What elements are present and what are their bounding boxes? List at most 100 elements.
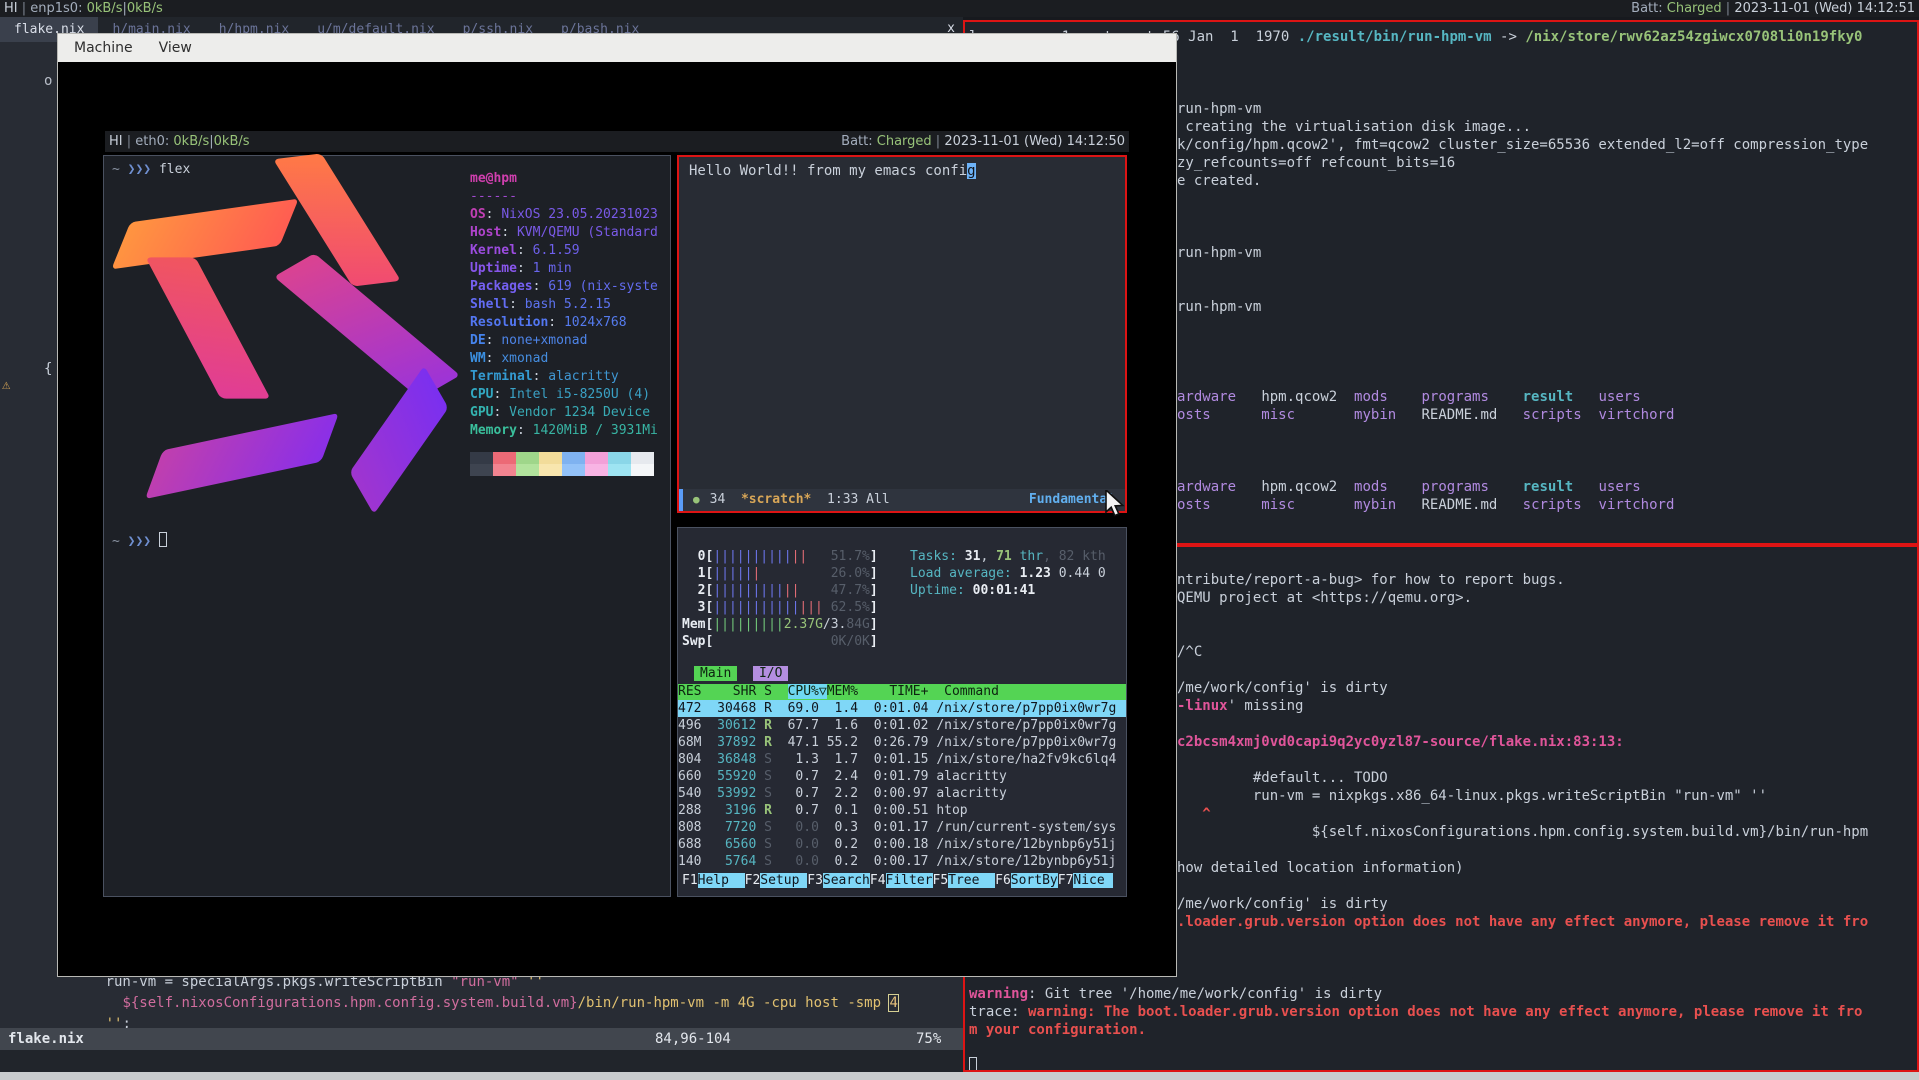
fn-key-F3[interactable]: F3 <box>807 873 823 888</box>
flake-nix-code[interactable]: run-vm = specialArgs.pkgs.writeScriptBin… <box>55 972 898 1035</box>
palette-swatch <box>562 452 585 464</box>
terminal-line: /me/work/config' is dirty <box>1177 679 1917 697</box>
vm-terminal-fetch[interactable]: ~ ❯❯❯ flex me@hpm------OS: NixOS 23.05.2… <box>103 155 671 897</box>
fetch-line: Packages: 619 (nix-syste <box>470 278 658 296</box>
palette-swatch <box>516 452 539 464</box>
htop-meter: 2[||||||||||| 47.7%] <box>682 582 878 599</box>
palette-swatch <box>608 464 631 476</box>
htop-tabs[interactable]: Main I/O <box>694 666 788 681</box>
modeline-position: 84,96-104 <box>655 1028 731 1050</box>
terminal-line <box>969 1057 1917 1070</box>
terminal-line: /^C <box>1177 643 1917 661</box>
process-row: 140 5764 S 0.0 0.2 0:00.17 /nix/store/12… <box>678 853 1126 870</box>
process-row: 540 53992 S 0.7 2.2 0:00.97 alacritty <box>678 785 1126 802</box>
htop-meter: Swp[ 0K/0K] <box>682 633 878 650</box>
palette-swatch <box>608 452 631 464</box>
htop-cpu-memory-meters: 0[|||||||||||| 51.7%] 1[|||||| 26.0%] 2[… <box>682 548 878 650</box>
htop-function-key-bar[interactable]: F1Help F2Setup F3SearchF4FilterF5Tree F6… <box>682 872 1113 889</box>
palette-swatch <box>631 464 654 476</box>
menu-view[interactable]: View <box>159 40 192 56</box>
vm-emacs-window[interactable]: Hello World!! from my emacs config ● 34 … <box>677 155 1127 513</box>
htop-table-header[interactable]: RES SHR S CPU%▽MEM% TIME+ Command <box>678 684 1126 700</box>
terminal-line: osts misc mybin README.md scripts virtch… <box>1177 406 1917 424</box>
terminal-line: run-hpm-vm <box>1177 100 1917 118</box>
fn-label-Setup[interactable]: Setup <box>760 873 807 888</box>
fn-key-F4[interactable]: F4 <box>870 873 886 888</box>
process-row: 688 6560 S 0.0 0.2 0:00.18 /nix/store/12… <box>678 836 1126 853</box>
fn-key-F7[interactable]: F7 <box>1058 873 1074 888</box>
fn-key-F2[interactable]: F2 <box>745 873 761 888</box>
terminal-line: warning: Git tree '/home/me/work/config'… <box>969 985 1917 1003</box>
terminal-line: run-hpm-vm <box>1177 244 1917 262</box>
process-row: 808 7720 S 0.0 0.3 0:01.17 /run/current-… <box>678 819 1126 836</box>
terminal-line: osts misc mybin README.md scripts virtch… <box>1177 496 1917 514</box>
modeline-percent: 75% <box>916 1028 941 1050</box>
text-fragment: o <box>44 73 52 89</box>
shell-prompt: ~ ❯❯❯ flex <box>112 162 190 178</box>
terminal-line: c2bcsm4xmj0vd0capi9q2yc0yzl87-source/fla… <box>1177 733 1917 751</box>
modeline-major-mode: Fundamental <box>1029 489 1115 511</box>
fn-label-Tree[interactable]: Tree <box>948 873 995 888</box>
process-row: 68M 37892 R 47.1 55.2 0:26.79 /nix/store… <box>678 734 1126 751</box>
palette-swatch <box>470 452 493 464</box>
terminal-line: -linux' missing <box>1177 697 1917 715</box>
process-row: 660 55920 S 0.7 2.4 0:01.79 alacritty <box>678 768 1126 785</box>
fetch-line: Shell: bash 5.2.15 <box>470 296 658 314</box>
modeline-buffer-name: *scratch* <box>741 489 811 511</box>
fn-label-Nice[interactable]: Nice <box>1073 873 1112 888</box>
htop-meter: 3[|||||||||||||| 62.5%] <box>682 599 878 616</box>
palette-swatch <box>539 452 562 464</box>
palette-swatch <box>585 452 608 464</box>
fetch-line: OS: NixOS 23.05.20231023 <box>470 206 658 224</box>
vm-htop-window[interactable]: 0[|||||||||||| 51.7%] 1[|||||| 26.0%] 2[… <box>677 527 1127 897</box>
process-row: 496 30612 R 67.7 1.6 0:01.02 /nix/store/… <box>678 717 1126 734</box>
fetch-line: Terminal: alacritty <box>470 368 658 386</box>
fetch-line: DE: none+xmonad <box>470 332 658 350</box>
terminal-line: how detailed location information) <box>1177 859 1917 877</box>
fn-label-Search[interactable]: Search <box>823 873 870 888</box>
htop-meter: 0[|||||||||||| 51.7%] <box>682 548 878 565</box>
vm-display[interactable]: HI | eth0: 0kB/s|0kB/s Batt: Charged | 2… <box>58 62 1176 976</box>
menu-machine[interactable]: Machine <box>74 40 133 56</box>
qemu-menu-bar: Machine View <box>58 34 1176 62</box>
terminal-line: k/config/hpm.qcow2', fmt=qcow2 cluster_s… <box>1177 136 1917 154</box>
htop-process-table[interactable]: 472 30468 R 69.0 1.4 0:01.04 /nix/store/… <box>678 700 1126 870</box>
text-fragment: { <box>44 361 52 377</box>
spacer <box>725 489 741 511</box>
fetch-line: Memory: 1420MiB / 3931Mi <box>470 422 658 440</box>
fn-key-F1[interactable]: F1 <box>682 873 698 888</box>
htop-tab-Main[interactable]: Main <box>694 666 737 681</box>
terminal-line: ntribute/report-a-bug> for how to report… <box>1177 571 1917 589</box>
terminal-line: creating the virtualisation disk image..… <box>1177 118 1917 136</box>
terminal-line <box>969 1039 1917 1057</box>
palette-swatch <box>562 464 585 476</box>
fetch-line: WM: xmonad <box>470 350 658 368</box>
nixos-logo-arm <box>146 257 271 398</box>
nixos-logo <box>112 186 472 516</box>
status-bar-battery-clock: Batt: Charged | 2023-11-01 (Wed) 14:12:5… <box>1631 0 1915 17</box>
qemu-window[interactable]: Machine View HI | eth0: 0kB/s|0kB/s Batt… <box>57 33 1177 977</box>
fn-key-F5[interactable]: F5 <box>933 873 949 888</box>
fn-label-Filter[interactable]: Filter <box>886 873 933 888</box>
terminal-line: run-hpm-vm <box>1177 298 1917 316</box>
htop-tab-I/O[interactable]: I/O <box>753 666 788 681</box>
terminal-line: trace: warning: The boot.loader.grub.ver… <box>969 1003 1917 1021</box>
vm-status-battery-clock: Batt: Charged | 2023-11-01 (Wed) 14:12:5… <box>841 131 1125 152</box>
terminal-line: QEMU project at <https://qemu.org>. <box>1177 589 1917 607</box>
htop-meter: 1[|||||| 26.0%] <box>682 565 878 582</box>
shell-prompt[interactable]: ~ ❯❯❯ <box>112 532 167 550</box>
palette-swatch <box>539 464 562 476</box>
emacs-buffer-text: Hello World!! from my emacs config <box>689 163 976 179</box>
fn-label-Help[interactable]: Help <box>698 873 745 888</box>
vm-status-network: HI | eth0: 0kB/s|0kB/s <box>109 131 250 152</box>
terminal-line: ^ <box>1177 805 1917 823</box>
fn-key-F6[interactable]: F6 <box>995 873 1011 888</box>
fetch-line: me@hpm <box>470 170 658 188</box>
mouse-cursor <box>1104 490 1128 518</box>
fn-label-SortBy[interactable]: SortBy <box>1011 873 1058 888</box>
htop-summary-line: Load average: 1.23 0.44 0 <box>910 565 1106 582</box>
htop-meter: Mem[|||||||||2.37G/3.84G] <box>682 616 878 633</box>
modeline-status-dot: ● <box>693 489 700 511</box>
terminal-line: .loader.grub.version option does not hav… <box>1177 913 1917 931</box>
palette-swatch <box>493 452 516 464</box>
